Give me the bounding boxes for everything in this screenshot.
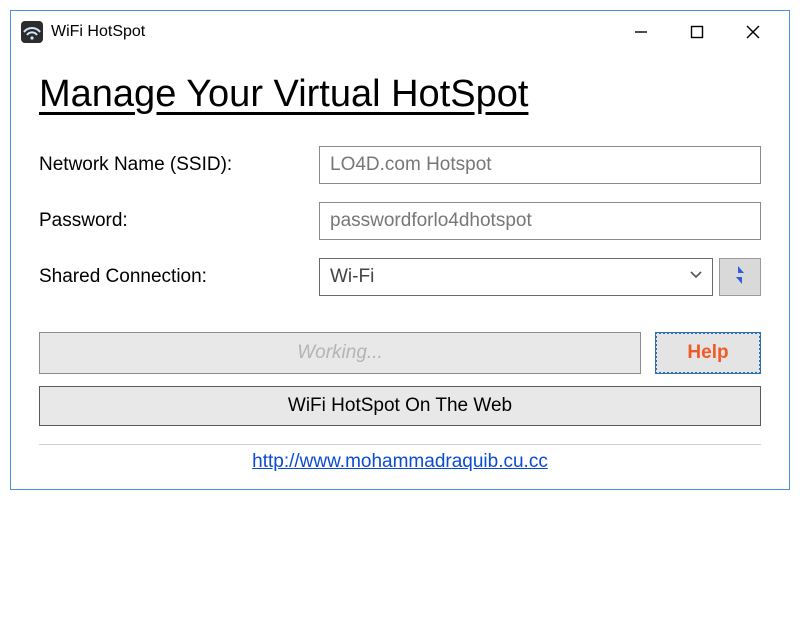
password-label: Password:	[39, 210, 319, 232]
maximize-button[interactable]	[669, 11, 725, 53]
shared-connection-value: Wi-Fi	[330, 266, 374, 288]
web-button[interactable]: WiFi HotSpot On The Web	[39, 386, 761, 426]
refresh-icon	[729, 264, 751, 290]
page-title: Manage Your Virtual HotSpot	[39, 73, 761, 116]
ssid-input[interactable]	[319, 146, 761, 184]
shared-connection-label: Shared Connection:	[39, 266, 319, 288]
help-label: Help	[687, 342, 728, 364]
password-input[interactable]	[319, 202, 761, 240]
password-row: Password:	[39, 202, 761, 240]
help-button[interactable]: Help	[655, 332, 761, 374]
app-title: WiFi HotSpot	[51, 23, 145, 41]
app-window: WiFi HotSpot Manage Your Virtual HotSpot…	[10, 10, 790, 490]
shared-connection-select[interactable]: Wi-Fi	[319, 258, 713, 296]
close-button[interactable]	[725, 11, 781, 53]
website-link[interactable]: http://www.mohammadraquib.cu.cc	[252, 451, 548, 472]
minimize-button[interactable]	[613, 11, 669, 53]
refresh-button[interactable]	[719, 258, 761, 296]
shared-connection-row: Shared Connection: Wi-Fi	[39, 258, 761, 296]
ssid-row: Network Name (SSID):	[39, 146, 761, 184]
ssid-label: Network Name (SSID):	[39, 154, 319, 176]
start-stop-label: Working...	[297, 342, 383, 364]
website-link-container: http://www.mohammadraquib.cu.cc	[39, 445, 761, 485]
window-body: Manage Your Virtual HotSpot Network Name…	[11, 53, 789, 489]
action-buttons-row: Working... Help	[39, 332, 761, 374]
web-button-label: WiFi HotSpot On The Web	[288, 395, 512, 417]
wifi-icon	[21, 21, 43, 43]
start-stop-button[interactable]: Working...	[39, 332, 641, 374]
titlebar: WiFi HotSpot	[11, 11, 789, 53]
chevron-down-icon	[688, 266, 704, 288]
